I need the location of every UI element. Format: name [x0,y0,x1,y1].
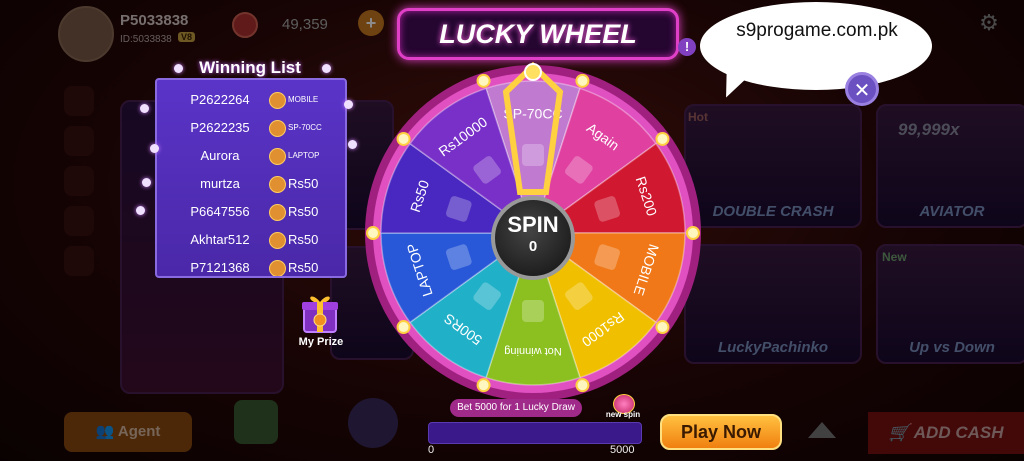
prize-image-icon [522,300,544,322]
lucky-wheel-title: LUCKY WHEEL [397,8,679,60]
winner-prize: MOBILE [288,95,319,104]
speech-bubble [700,2,932,90]
light-bead [140,104,149,113]
new-spin-label: new spin [605,410,641,419]
wheel-segment-label: Not winning [504,345,561,357]
rim-light [476,73,491,88]
winning-list[interactable]: P2622264 MOBILE P2622235 SP-70CC Aurora … [155,78,347,278]
spin-label: SPIN [507,212,559,237]
winner-prize: Rs50 [288,176,319,191]
winner-name: P7121368 [190,260,250,275]
play-now-button[interactable]: Play Now [660,414,782,450]
winner-prize: Rs50 [288,260,319,275]
rim-light [655,320,670,335]
spin-button[interactable]: SPIN 0 [491,196,575,280]
light-bead [136,206,145,215]
winner-name: P2622264 [190,92,250,107]
list-item: P2622235 SP-70CC [157,114,345,142]
title-text: LUCKY WHEEL [439,19,637,49]
bet-info-pill: Bet 5000 for 1 Lucky Draw [450,399,582,417]
rim-light [396,131,411,146]
winning-list-title: Winning List [199,58,301,77]
winner-prize: LAPTOP [288,151,320,160]
list-item: Aurora LAPTOP [157,142,345,170]
prize-icon [269,148,286,165]
rim-light [655,131,670,146]
rim-light [366,226,380,240]
rim-light [686,226,700,240]
winner-name: P6647556 [190,204,250,219]
winner-prize: Rs50 [288,204,319,219]
rim-light [575,378,590,393]
winner-name: P2622235 [190,120,250,135]
prize-image-icon [522,144,544,166]
rim-light [476,378,491,393]
prize-icon [269,260,286,276]
my-prize-gift-icon[interactable] [300,292,340,334]
progress-min: 0 [428,444,435,456]
list-item: P7121368 Rs50 [157,254,345,276]
light-bead [150,144,159,153]
prize-icon [269,204,286,221]
light-bead [174,64,183,73]
list-item: Akhtar512 Rs50 [157,226,345,254]
prize-icon [269,92,286,109]
new-spin-badge[interactable]: new spin [603,394,643,419]
prize-icon [269,232,286,249]
list-item: murtza Rs50 [157,170,345,198]
winner-prize: SP-70CC [288,123,322,132]
list-item: P2622264 MOBILE [157,86,345,114]
progress-max: 5000 [610,444,635,456]
winner-name: Akhtar512 [190,232,250,247]
list-item: P6647556 Rs50 [157,198,345,226]
prize-icon [269,120,286,137]
winner-name: Aurora [200,148,240,163]
my-prize-label: My Prize [298,336,344,348]
close-button[interactable]: ✕ [845,72,879,106]
rim-light [575,73,590,88]
site-url-text: s9progame.com.pk [736,20,898,41]
spin-count: 0 [528,238,538,255]
light-bead [344,100,353,109]
bet-progress-bar [428,422,642,444]
rim-light [396,320,411,335]
light-bead [348,140,357,149]
wheel-pointer-tip [524,63,542,81]
light-bead [142,178,151,187]
winner-prize: Rs50 [288,232,319,247]
winner-name: murtza [200,176,240,191]
prize-icon [269,176,286,193]
info-icon[interactable]: ! [678,38,696,56]
light-bead [322,64,331,73]
